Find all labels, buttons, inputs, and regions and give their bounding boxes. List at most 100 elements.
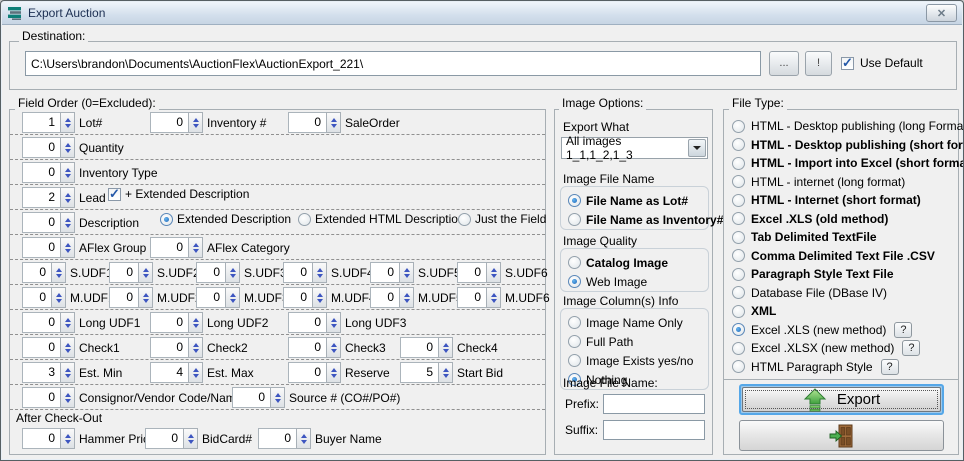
option-image-name-only[interactable]: Image Name Only: [568, 313, 708, 332]
spinner-quantity[interactable]: 0: [22, 137, 75, 158]
spinner-s-udf4[interactable]: 0: [283, 262, 327, 283]
spinner-buttons[interactable]: [225, 287, 240, 308]
spinner-buttons[interactable]: [399, 262, 414, 283]
file-type-paragraph-style-text-file[interactable]: Paragraph Style Text File: [732, 265, 954, 284]
spinner-buttons[interactable]: [60, 337, 75, 358]
radio-html-desktop-publishing-long-format[interactable]: [732, 120, 745, 133]
option-file-name-as-inventory[interactable]: File Name as Inventory#: [568, 210, 708, 229]
file-type-xml[interactable]: XML: [732, 302, 954, 321]
spinner-buttons[interactable]: [326, 337, 341, 358]
spinner-buttons[interactable]: [296, 428, 311, 449]
spinner-m-udf4[interactable]: 0: [283, 287, 327, 308]
radio-html-internet-short-format[interactable]: [732, 194, 745, 207]
spinner-m-udf1[interactable]: 0: [22, 287, 66, 308]
spinner-buttons[interactable]: [326, 362, 341, 383]
radio-extended-html-description[interactable]: [298, 213, 311, 226]
spinner-buttons[interactable]: [60, 428, 75, 449]
spinner-value[interactable]: 0: [150, 337, 188, 358]
spinner-buttons[interactable]: [486, 262, 501, 283]
option-full-path[interactable]: Full Path: [568, 332, 708, 351]
spinner-lot[interactable]: 1: [22, 112, 75, 133]
spinner-consignor-vendor-code-name[interactable]: 0: [22, 387, 75, 408]
spinner-buttons[interactable]: [225, 262, 240, 283]
spinner-buttons[interactable]: [486, 287, 501, 308]
file-type-html-desktop-publishing-short-format[interactable]: HTML - Desktop publishing (short format): [732, 136, 954, 155]
radio-image-exists-yes-no[interactable]: [568, 354, 581, 367]
radio-file-name-as-lot[interactable]: [568, 194, 581, 207]
spinner-value[interactable]: 0: [22, 387, 60, 408]
spinner-value[interactable]: 0: [457, 287, 486, 308]
spinner-m-udf2[interactable]: 0: [109, 287, 153, 308]
dropdown-button[interactable]: [688, 139, 706, 157]
file-type-html-import-into-excel-short-format[interactable]: HTML - Import into Excel (short format): [732, 154, 954, 173]
radio-html-import-into-excel-short-format[interactable]: [732, 157, 745, 170]
file-type-tab-delimited-textfile[interactable]: Tab Delimited TextFile: [732, 228, 954, 247]
spinner-source-co-po[interactable]: 0: [232, 387, 285, 408]
option-catalog-image[interactable]: Catalog Image: [568, 253, 708, 272]
radio-html-paragraph-style[interactable]: [732, 360, 745, 373]
option-image-exists-yes-no[interactable]: Image Exists yes/no: [568, 351, 708, 370]
spinner-s-udf5[interactable]: 0: [370, 262, 414, 283]
spinner-check1[interactable]: 0: [22, 337, 75, 358]
spinner-inventory[interactable]: 0: [150, 112, 203, 133]
spinner-value[interactable]: 0: [150, 237, 188, 258]
spinner-bidcard[interactable]: 0: [145, 428, 198, 449]
spinner-buttons[interactable]: [399, 287, 414, 308]
spinner-buttons[interactable]: [326, 312, 341, 333]
help-button-excel-xls-new-method[interactable]: ?: [894, 322, 912, 338]
prefix-input[interactable]: [603, 394, 705, 414]
file-type-html-desktop-publishing-long-format[interactable]: HTML - Desktop publishing (long Format): [732, 117, 954, 136]
spinner-value[interactable]: 0: [258, 428, 296, 449]
spinner-value[interactable]: 0: [370, 262, 399, 283]
spinner-value[interactable]: 0: [370, 287, 399, 308]
spinner-check2[interactable]: 0: [150, 337, 203, 358]
spinner-hammer-price[interactable]: 0: [22, 428, 75, 449]
spinner-saleorder[interactable]: 0: [288, 112, 341, 133]
spinner-value[interactable]: 1: [22, 112, 60, 133]
spinner-value[interactable]: 0: [22, 287, 51, 308]
spinner-buttons[interactable]: [138, 287, 153, 308]
spinner-long-udf3[interactable]: 0: [288, 312, 341, 333]
option-web-image[interactable]: Web Image: [568, 272, 708, 291]
spinner-buttons[interactable]: [60, 312, 75, 333]
spinner-value[interactable]: 5: [400, 362, 438, 383]
radio-html-desktop-publishing-short-format[interactable]: [732, 138, 745, 151]
radio-xml[interactable]: [732, 305, 745, 318]
spinner-check4[interactable]: 0: [400, 337, 453, 358]
radio-paragraph-style-text-file[interactable]: [732, 268, 745, 281]
spinner-value[interactable]: 0: [288, 362, 326, 383]
radio-just-the-field[interactable]: [458, 213, 471, 226]
spinner-value[interactable]: 2: [22, 187, 60, 208]
spinner-m-udf6[interactable]: 0: [457, 287, 501, 308]
option-file-name-as-lot[interactable]: File Name as Lot#: [568, 191, 708, 210]
spinner-buttons[interactable]: [312, 287, 327, 308]
spinner-buttons[interactable]: [51, 287, 66, 308]
spinner-m-udf5[interactable]: 0: [370, 287, 414, 308]
spinner-value[interactable]: 0: [283, 262, 312, 283]
radio-comma-delimited-text-file-csv[interactable]: [732, 249, 745, 262]
spinner-value[interactable]: 0: [150, 112, 188, 133]
spinner-m-udf3[interactable]: 0: [196, 287, 240, 308]
radio-full-path[interactable]: [568, 335, 581, 348]
file-type-excel-xlsx-new-method[interactable]: Excel .XLSX (new method)?: [732, 339, 954, 358]
use-default-checkbox[interactable]: ✓: [841, 57, 854, 70]
radio-image-name-only[interactable]: [568, 316, 581, 329]
spinner-value[interactable]: 0: [22, 262, 51, 283]
radio-file-name-as-inventory[interactable]: [568, 213, 581, 226]
file-type-html-internet-short-format[interactable]: HTML - Internet (short format): [732, 191, 954, 210]
file-type-database-file-dbase-iv[interactable]: Database File (DBase IV): [732, 284, 954, 303]
spinner-s-udf6[interactable]: 0: [457, 262, 501, 283]
browse-button[interactable]: ...: [769, 51, 799, 76]
spinner-value[interactable]: 0: [22, 312, 60, 333]
export-what-dropdown[interactable]: All images 1_1,1_2,1_3: [561, 137, 708, 159]
spinner-value[interactable]: 0: [22, 137, 60, 158]
spinner-aflex-category[interactable]: 0: [150, 237, 203, 258]
spinner-buttons[interactable]: [438, 362, 453, 383]
spinner-value[interactable]: 0: [400, 337, 438, 358]
spinner-value[interactable]: 0: [288, 312, 326, 333]
spinner-s-udf3[interactable]: 0: [196, 262, 240, 283]
spinner-start-bid[interactable]: 5: [400, 362, 453, 383]
spinner-buttons[interactable]: [60, 237, 75, 258]
spinner-value[interactable]: 0: [196, 287, 225, 308]
spinner-buttons[interactable]: [183, 428, 198, 449]
